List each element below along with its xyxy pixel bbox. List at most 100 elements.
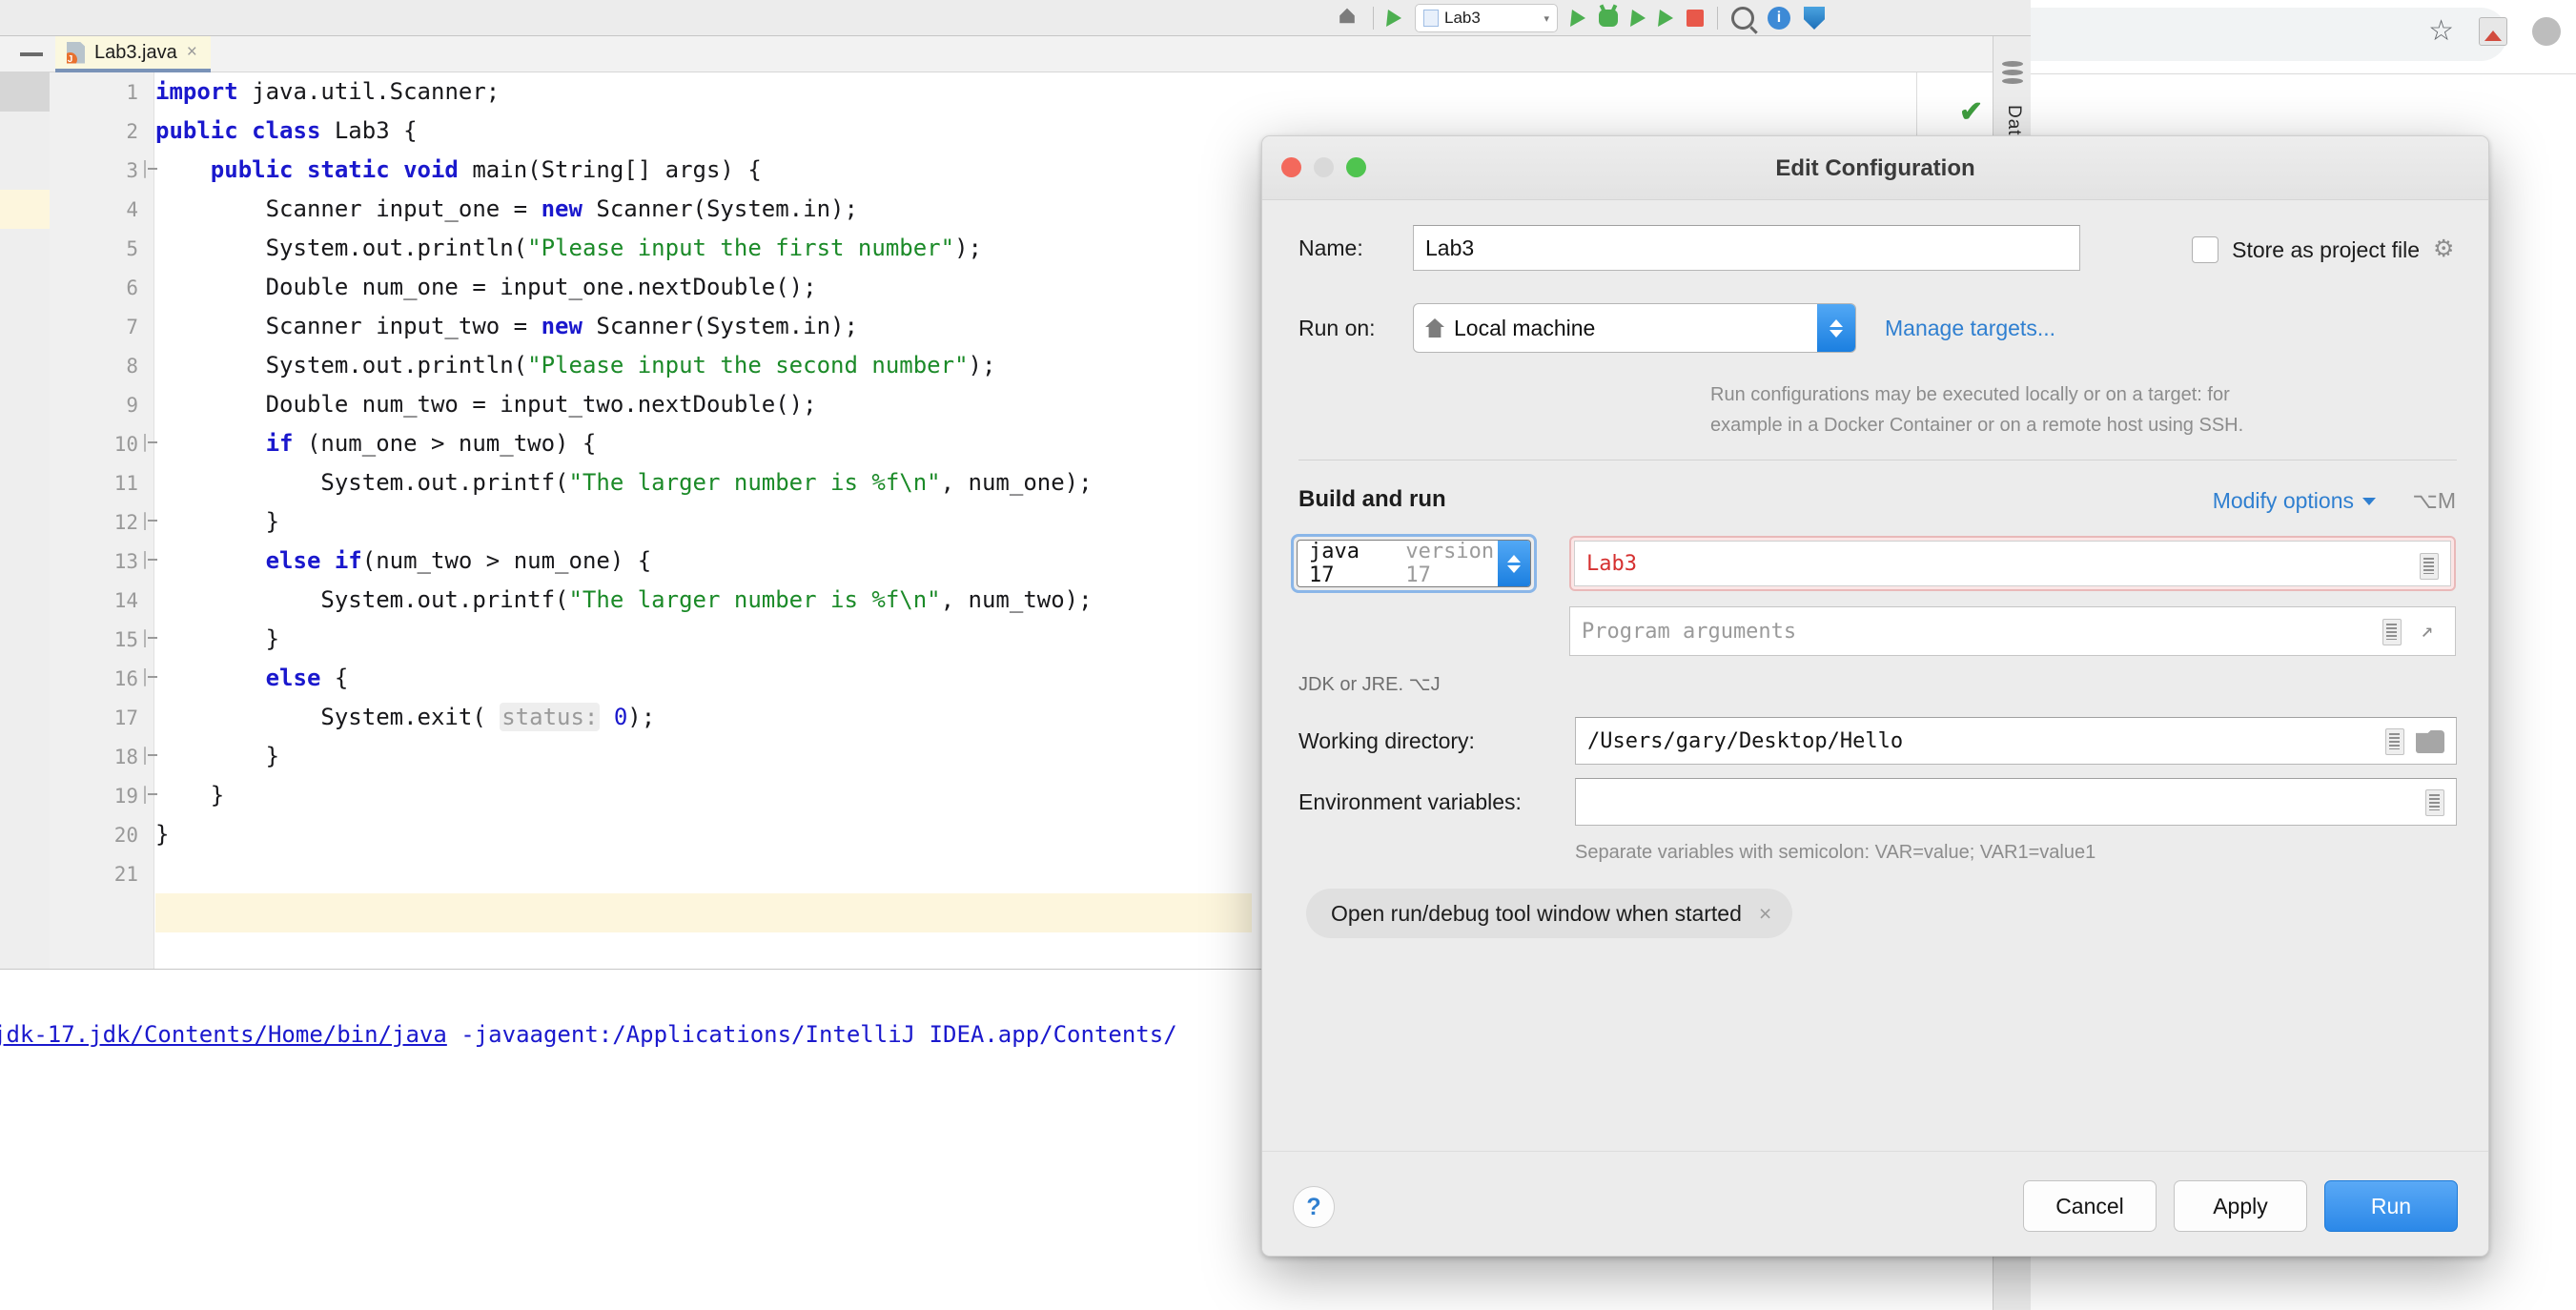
fold-end-icon[interactable] — [144, 786, 161, 806]
environment-variables-row: Environment variables: — [1298, 778, 2457, 826]
minimize-icon — [20, 52, 43, 56]
run-icon[interactable] — [1386, 10, 1402, 27]
run-with-coverage-icon[interactable] — [1630, 10, 1646, 27]
console-jdk-link[interactable]: jdk-17.jdk/Contents/Home/bin/java — [0, 1021, 447, 1048]
environment-variables-label: Environment variables: — [1298, 788, 1522, 814]
run-on-hint-line1: Run configurations may be executed local… — [1710, 384, 2230, 405]
dialog-body: Name: Lab3 Store as project file ⚙ Run o… — [1262, 200, 2488, 1256]
fold-collapse-icon[interactable] — [144, 551, 161, 571]
console-command-line: jdk-17.jdk/Contents/Home/bin/java -javaa… — [0, 1021, 1177, 1048]
line-number: 10 — [113, 432, 138, 456]
macro-icon[interactable] — [2385, 728, 2404, 755]
code-text: System.exit( status: 0); — [155, 703, 656, 731]
name-input[interactable]: Lab3 — [1413, 225, 2080, 271]
inspection-ok-icon: ✔ — [1959, 96, 1984, 128]
line-number: 16 — [113, 666, 138, 690]
name-label: Name: — [1298, 235, 1363, 260]
folder-icon[interactable] — [2416, 730, 2444, 753]
code-text: System.out.println("Please input the fir… — [155, 235, 982, 261]
code-text: } — [155, 743, 280, 769]
fold-end-icon[interactable] — [144, 512, 161, 532]
run-on-hint: Run configurations may be executed local… — [1710, 379, 2435, 440]
jdk-name: java 17 — [1309, 540, 1360, 587]
store-as-project-file-checkbox[interactable] — [2192, 236, 2219, 263]
apply-button[interactable]: Apply — [2174, 1180, 2307, 1232]
profile-run-icon[interactable] — [1658, 10, 1674, 27]
run-on-label: Run on: — [1298, 315, 1376, 340]
code-text: System.out.println("Please input the sec… — [155, 352, 996, 379]
gear-icon[interactable]: ⚙ — [2433, 237, 2456, 261]
store-as-project-file-row[interactable]: Store as project file ⚙ — [2192, 236, 2456, 263]
profiler-icon[interactable] — [1339, 8, 1355, 24]
main-class-input[interactable]: Lab3 — [1574, 541, 2451, 586]
run-configuration-selector[interactable]: Lab3 ▾ — [1415, 4, 1558, 32]
help-button[interactable]: ? — [1293, 1186, 1335, 1228]
stepper-icon[interactable] — [1817, 304, 1855, 352]
avatar[interactable] — [2532, 17, 2561, 46]
run-configuration-label: Lab3 — [1444, 9, 1481, 27]
fold-end-icon[interactable] — [144, 747, 161, 767]
line-number: 14 — [113, 588, 138, 612]
build-and-run-title: Build and run — [1298, 486, 1446, 512]
line-number: 5 — [126, 236, 138, 260]
code-line[interactable]: 1 import java.util.Scanner; — [126, 72, 2031, 112]
manage-targets-link[interactable]: Manage targets... — [1885, 316, 2055, 341]
option-chip-open-run-debug-window[interactable]: Open run/debug tool window when started … — [1306, 889, 1793, 938]
macro-icon[interactable] — [2382, 619, 2402, 645]
expand-field-icon[interactable] — [2420, 553, 2439, 580]
close-icon[interactable]: × — [187, 42, 197, 63]
run-button-icon[interactable] — [1570, 10, 1586, 27]
program-arguments-placeholder: Program arguments — [1582, 619, 1797, 644]
line-number: 11 — [113, 471, 138, 495]
main-class-error-wrap: Lab3 — [1569, 536, 2456, 591]
run-button[interactable]: Run — [2324, 1180, 2458, 1232]
expand-icon[interactable]: ↗ — [2421, 621, 2443, 644]
extension-icon[interactable] — [2479, 17, 2507, 46]
minimize-button[interactable] — [8, 36, 55, 72]
fold-collapse-icon[interactable] — [144, 434, 161, 454]
line-number: 19 — [113, 784, 138, 808]
debug-icon[interactable] — [1599, 10, 1618, 27]
dialog-titlebar: Edit Configuration — [1262, 136, 2488, 200]
dialog-footer: ? Cancel Apply Run — [1262, 1151, 2488, 1256]
toolbar-divider-2 — [1717, 7, 1718, 30]
environment-variables-input[interactable] — [1575, 778, 2457, 826]
dialog-title: Edit Configuration — [1775, 155, 1975, 181]
working-directory-input[interactable]: /Users/gary/Desktop/Hello — [1575, 717, 2457, 765]
fold-collapse-icon[interactable] — [144, 160, 161, 180]
jdk-select[interactable]: java 17 version 17 — [1297, 540, 1531, 587]
fold-end-icon[interactable] — [144, 629, 161, 649]
jdk-hint: JDK or JRE. ⌥J — [1298, 674, 1441, 695]
line-number: 1 — [126, 80, 138, 104]
modify-options-link[interactable]: Modify options — [2213, 488, 2376, 514]
search-everywhere-icon[interactable] — [1731, 7, 1754, 30]
option-chip-label: Open run/debug tool window when started — [1331, 900, 1742, 926]
line-number: 20 — [113, 823, 138, 847]
info-icon[interactable]: i — [1768, 7, 1790, 30]
edit-configuration-dialog[interactable]: Edit Configuration Name: Lab3 Store as p… — [1261, 135, 2489, 1257]
editor-tab-lab3[interactable]: Lab3.java × — [55, 36, 211, 72]
main-class-value: Lab3 — [1586, 551, 1637, 576]
environment-variables-hint: Separate variables with semicolon: VAR=v… — [1575, 842, 2096, 863]
console-args: -javaagent:/Applications/IntelliJ IDEA.a… — [446, 1021, 1177, 1048]
fold-collapse-icon[interactable] — [144, 668, 161, 688]
cancel-button[interactable]: Cancel — [2023, 1180, 2157, 1232]
modify-options-label: Modify options — [2212, 488, 2354, 513]
working-directory-value: /Users/gary/Desktop/Hello — [1587, 728, 1904, 753]
program-arguments-input[interactable]: Program arguments ↗ — [1569, 606, 2456, 656]
line-number: 15 — [113, 627, 138, 651]
chevron-down-icon — [2362, 497, 2376, 505]
toolbar-icon-group: Lab3 ▾ i — [1335, 0, 1825, 36]
macro-icon[interactable] — [2425, 789, 2444, 816]
line-number: 3 — [126, 158, 138, 182]
stepper-icon[interactable] — [1498, 541, 1530, 586]
bookmark-star-icon[interactable]: ☆ — [2428, 17, 2454, 46]
close-icon[interactable]: × — [1759, 901, 1771, 927]
run-on-select[interactable]: Local machine — [1413, 303, 1856, 353]
stop-icon[interactable] — [1687, 10, 1704, 27]
shield-icon[interactable] — [1804, 7, 1825, 30]
code-text: Double num_one = input_one.nextDouble(); — [155, 274, 817, 300]
jdk-select-focus-ring: java 17 version 17 — [1291, 534, 1537, 593]
chevron-down-icon: ▾ — [1544, 12, 1549, 25]
code-text: System.out.printf("The larger number is … — [155, 469, 1093, 496]
